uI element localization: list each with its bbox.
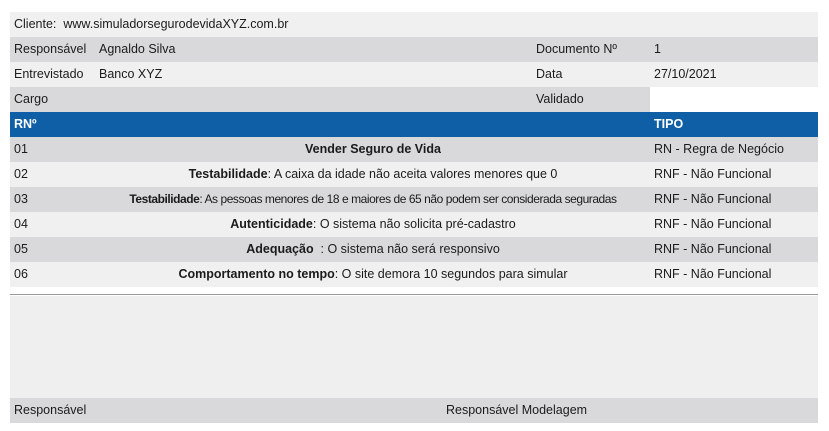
requirement-description: Autenticidade: O sistema não solicita pr… — [96, 212, 650, 237]
info-row-responsavel: Responsável Agnaldo Silva Documento Nº 1 — [10, 37, 818, 62]
requirement-type: RNF - Não Funcional — [654, 192, 772, 206]
requirement-type: RNF - Não Funcional — [654, 242, 772, 256]
requirement-title: Vender Seguro de Vida — [305, 142, 441, 156]
info-label: Cargo — [14, 92, 49, 106]
table-row: 02 Testabilidade: A caixa da idade não a… — [10, 162, 818, 187]
info-row-cargo: Cargo Validado — [10, 87, 818, 112]
table-row: 05 Adequação : O sistema não será respon… — [10, 237, 818, 262]
client-cell: Cliente: www.simuladorsegurodevidaXYZ.co… — [10, 12, 818, 37]
info-value: 27/10/2021 — [654, 67, 717, 81]
rn-number: 04 — [14, 217, 28, 231]
requirement-description: Testabilidade: As pessoas menores de 18 … — [96, 187, 650, 212]
requirement-description: Vender Seguro de Vida — [96, 137, 650, 162]
info-label: Validado — [536, 92, 584, 106]
table-row: 04 Autenticidade: O sistema não solicita… — [10, 212, 818, 237]
requirement-text: : As pessoas menores de 18 e maiores de … — [199, 192, 617, 206]
requirement-text: : O sistema não será responsivo — [313, 242, 500, 256]
info-label: Data — [536, 67, 563, 81]
table-row: 03 Testabilidade: As pessoas menores de … — [10, 187, 818, 212]
requirement-title: Autenticidade — [230, 217, 313, 231]
requirement-title: Comportamento no tempo — [178, 267, 335, 281]
header-tipo: TIPO — [654, 117, 684, 131]
rn-number: 02 — [14, 167, 28, 181]
table-row: 06 Comportamento no tempo: O site demora… — [10, 262, 818, 287]
requirement-type: RNF - Não Funcional — [654, 167, 772, 181]
info-value — [96, 87, 536, 112]
footer-row: Responsável Responsável Modelagem — [10, 398, 818, 423]
rn-number: 01 — [14, 142, 28, 156]
table-row: 01 Vender Seguro de Vida RN - Regra de N… — [10, 137, 818, 162]
requirement-description: Testabilidade: A caixa da idade não acei… — [96, 162, 650, 187]
table-header: RNº TIPO — [10, 112, 818, 137]
info-value: Banco XYZ — [99, 67, 163, 81]
info-row-entrevistado: Entrevistado Banco XYZ Data 27/10/2021 — [10, 62, 818, 87]
client-row: Cliente: www.simuladorsegurodevidaXYZ.co… — [10, 12, 818, 37]
footer-responsavel-modelagem: Responsável Modelagem — [446, 403, 588, 417]
rn-number: 05 — [14, 242, 28, 256]
client-url: www.simuladorsegurodevidaXYZ.com.br — [63, 17, 289, 31]
client-label: Cliente: — [14, 17, 57, 31]
requirement-description: Comportamento no tempo: O site demora 10… — [96, 262, 650, 287]
requirement-text: : O sistema não solicita pré-cadastro — [312, 217, 516, 231]
requirement-type: RNF - Não Funcional — [654, 267, 772, 281]
requirement-title: Testabilidade — [188, 167, 268, 181]
rn-number: 03 — [14, 192, 28, 206]
rn-number: 06 — [14, 267, 28, 281]
requirement-text: : O site demora 10 segundos para simular — [334, 267, 568, 281]
requirement-description: Adequação : O sistema não será responsiv… — [96, 237, 650, 262]
info-label: Responsável — [14, 42, 87, 56]
info-value: 1 — [654, 42, 661, 56]
info-value — [650, 87, 818, 112]
table-bottom-divider — [10, 294, 818, 295]
info-label: Documento Nº — [536, 42, 617, 56]
requirement-type: RN - Regra de Negócio — [654, 142, 784, 156]
info-value: Agnaldo Silva — [99, 42, 176, 56]
signature-area — [10, 296, 818, 398]
footer-responsavel: Responsável — [14, 403, 87, 417]
requirement-title: Adequação — [246, 242, 314, 256]
requirement-type: RNF - Não Funcional — [654, 217, 772, 231]
header-rn: RNº — [14, 117, 37, 131]
info-label: Entrevistado — [14, 67, 84, 81]
requirement-title: Testabilidade — [129, 192, 200, 206]
requirement-text: : A caixa da idade não aceita valores me… — [267, 167, 558, 181]
